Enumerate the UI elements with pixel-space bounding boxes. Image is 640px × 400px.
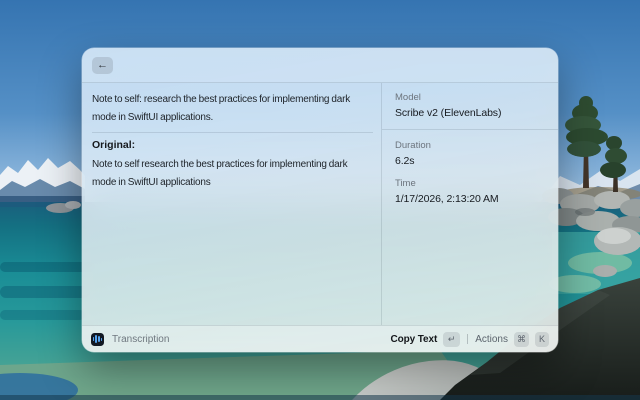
return-key-icon: ↵ — [443, 331, 461, 347]
transcript-pane: Note to self: research the best practice… — [82, 83, 381, 325]
original-label: Original: — [92, 139, 136, 151]
model-group: Model Scribe v2 (ElevenLabs) — [395, 92, 546, 119]
time-value: 1/17/2026, 2:13:20 AM — [395, 193, 499, 205]
actions-label: Actions — [475, 333, 508, 345]
model-value: Scribe v2 (ElevenLabs) — [395, 107, 502, 119]
footer-app-info: Transcription — [91, 332, 170, 346]
k-key-icon: K — [535, 331, 549, 347]
command-key-icon: ⌘ — [514, 331, 529, 347]
time-group: Time 1/17/2026, 2:13:20 AM — [395, 178, 546, 205]
footer-actions: Copy Text ↵ Actions ⌘ K — [390, 331, 549, 347]
copy-text-button[interactable]: Copy Text ↵ — [390, 331, 461, 347]
duration-group: Duration 6.2s — [395, 140, 546, 167]
back-icon: ← — [97, 58, 108, 71]
window-header: ← — [82, 48, 558, 83]
time-label: Time — [395, 178, 416, 189]
back-button[interactable]: ← — [92, 56, 113, 74]
duration-value: 6.2s — [395, 155, 415, 167]
bottom-water-strip — [0, 395, 640, 400]
copy-text-label: Copy Text — [390, 333, 438, 345]
original-transcript-text: Note to self research the best practices… — [92, 159, 348, 188]
actions-button[interactable]: Actions ⌘ K — [475, 331, 549, 347]
metadata-sidebar: Model Scribe v2 (ElevenLabs) Duration 6.… — [382, 83, 558, 325]
formatted-transcript-text: Note to self: research the best practice… — [92, 94, 351, 123]
desktop: ← Note to self: research the best practi… — [0, 0, 640, 400]
transcription-window: ← Note to self: research the best practi… — [82, 48, 558, 352]
app-name-label: Transcription — [112, 333, 170, 345]
duration-label: Duration — [395, 140, 431, 151]
waveform-app-icon — [91, 332, 104, 346]
window-footer: Transcription Copy Text ↵ Actions ⌘ K — [82, 325, 558, 352]
footer-separator — [467, 334, 469, 344]
sidebar-divider — [382, 129, 558, 130]
window-body: Note to self: research the best practice… — [82, 83, 558, 325]
model-label: Model — [395, 92, 421, 103]
transcript-divider — [92, 132, 373, 133]
